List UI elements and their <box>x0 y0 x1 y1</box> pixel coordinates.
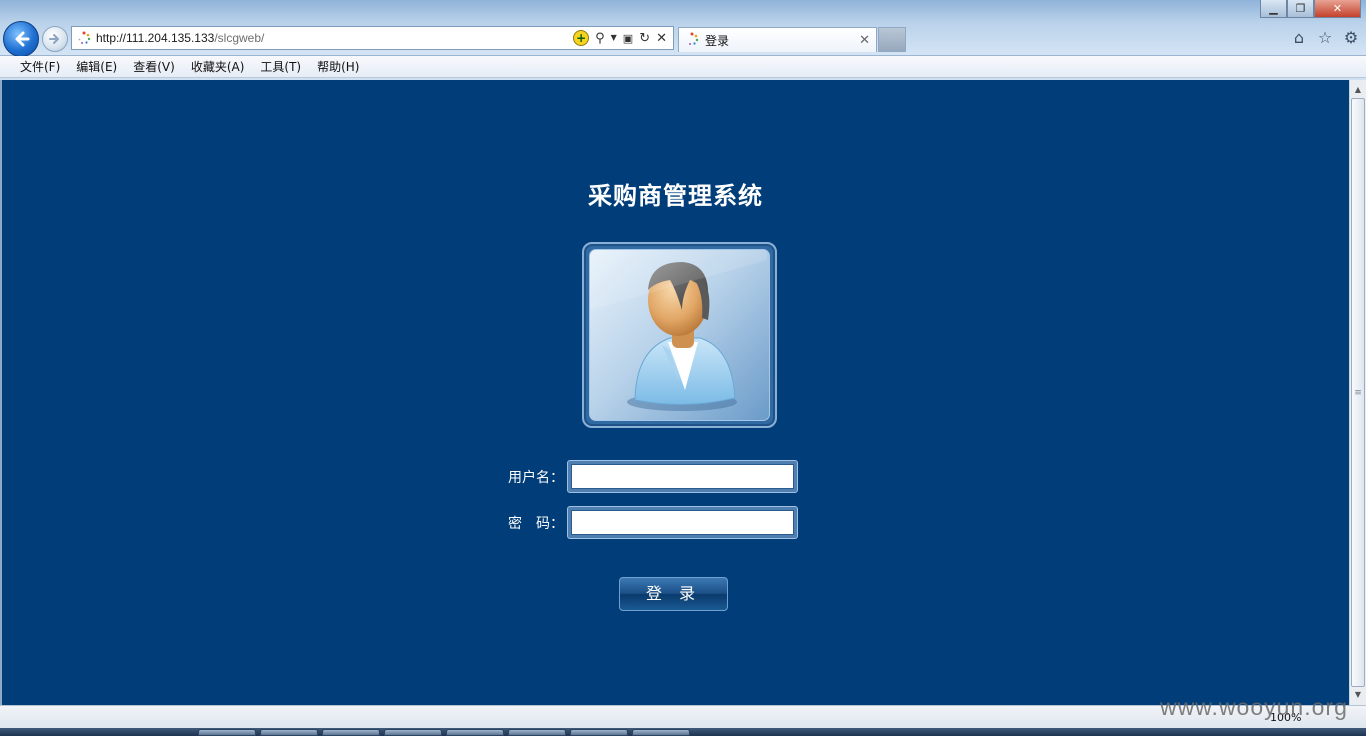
avatar <box>589 249 770 421</box>
new-tab-button[interactable] <box>878 27 906 52</box>
page-title: 采购商管理系统 <box>588 181 763 210</box>
password-label: 密 码： <box>508 516 564 532</box>
address-url[interactable]: http://111.204.135.133/slcgweb/ <box>96 31 264 45</box>
browser-tools: ⌂ ☆ ⚙ <box>1290 28 1360 48</box>
back-button[interactable] <box>3 21 39 57</box>
scroll-thumb[interactable]: ≡ <box>1351 98 1365 687</box>
menu-file[interactable]: 文件(F) <box>12 57 68 77</box>
home-icon[interactable]: ⌂ <box>1290 28 1308 48</box>
tab-title: 登录 <box>705 33 730 48</box>
login-button[interactable]: 登 录 <box>619 577 728 611</box>
username-label: 用户名： <box>508 470 564 486</box>
compat-page-icon[interactable]: ▣ <box>623 33 633 44</box>
window-close-button[interactable]: ✕ <box>1314 0 1361 18</box>
window-maximize-button[interactable]: ❐ <box>1287 0 1314 18</box>
tab-login[interactable]: 登录 ✕ <box>678 27 877 52</box>
scroll-down-icon[interactable]: ▼ <box>1350 687 1366 703</box>
page-content: 采购商管理系统 用户名： 密 码： 登 录 <box>0 80 1349 705</box>
menu-help[interactable]: 帮助(H) <box>309 57 367 77</box>
avatar-frame <box>582 242 777 428</box>
user-avatar-icon <box>590 250 767 411</box>
taskbar-button[interactable] <box>260 729 318 736</box>
menu-favorites[interactable]: 收藏夹(A) <box>183 57 253 77</box>
address-tools: + ⚲ ▼ ▣ ↻ ✕ <box>573 30 673 46</box>
address-bar[interactable]: http://111.204.135.133/slcgweb/ + ⚲ ▼ ▣ … <box>71 26 674 50</box>
stop-icon[interactable]: ✕ <box>656 32 667 45</box>
address-host: http://111.204.135.133 <box>96 31 215 45</box>
taskbar-button[interactable] <box>446 729 504 736</box>
menu-edit[interactable]: 编辑(E) <box>68 57 125 77</box>
password-field-frame <box>567 506 798 539</box>
refresh-icon[interactable]: ↻ <box>639 32 650 45</box>
username-input[interactable] <box>571 464 794 489</box>
tab-loading-icon <box>685 32 699 49</box>
tab-close-icon[interactable]: ✕ <box>859 33 870 48</box>
forward-button[interactable] <box>42 26 68 52</box>
search-icon[interactable]: ⚲ <box>595 32 605 45</box>
taskbar-button[interactable] <box>632 729 690 736</box>
password-input[interactable] <box>571 510 794 535</box>
taskbar-button[interactable] <box>322 729 380 736</box>
menu-bar: 文件(F) 编辑(E) 查看(V) 收藏夹(A) 工具(T) 帮助(H) <box>0 56 1366 78</box>
username-field-frame <box>567 460 798 493</box>
taskbar-button[interactable] <box>508 729 566 736</box>
dropdown-arrow-icon[interactable]: ▼ <box>611 34 617 42</box>
windows-taskbar <box>0 728 1366 736</box>
menu-tools[interactable]: 工具(T) <box>252 57 309 77</box>
gear-icon[interactable]: ⚙ <box>1342 28 1360 48</box>
star-icon[interactable]: ☆ <box>1316 28 1334 48</box>
scroll-up-icon[interactable]: ▲ <box>1350 82 1366 98</box>
browser-titlebar: http://111.204.135.133/slcgweb/ + ⚲ ▼ ▣ … <box>0 0 1366 57</box>
page-loading-icon <box>77 31 91 45</box>
taskbar-button[interactable] <box>198 729 256 736</box>
taskbar-button[interactable] <box>384 729 442 736</box>
menu-view[interactable]: 查看(V) <box>125 57 183 77</box>
watermark: www.wooyun.org <box>1160 694 1348 720</box>
forward-arrow-icon <box>49 34 59 44</box>
address-path: /slcgweb/ <box>214 31 265 45</box>
compatibility-view-icon[interactable]: + <box>573 30 590 46</box>
vertical-scrollbar[interactable]: ▲ ≡ ▼ <box>1349 80 1366 705</box>
window-minimize-button[interactable]: ▁ <box>1260 0 1287 18</box>
taskbar-button[interactable] <box>570 729 628 736</box>
back-arrow-icon <box>15 31 30 47</box>
